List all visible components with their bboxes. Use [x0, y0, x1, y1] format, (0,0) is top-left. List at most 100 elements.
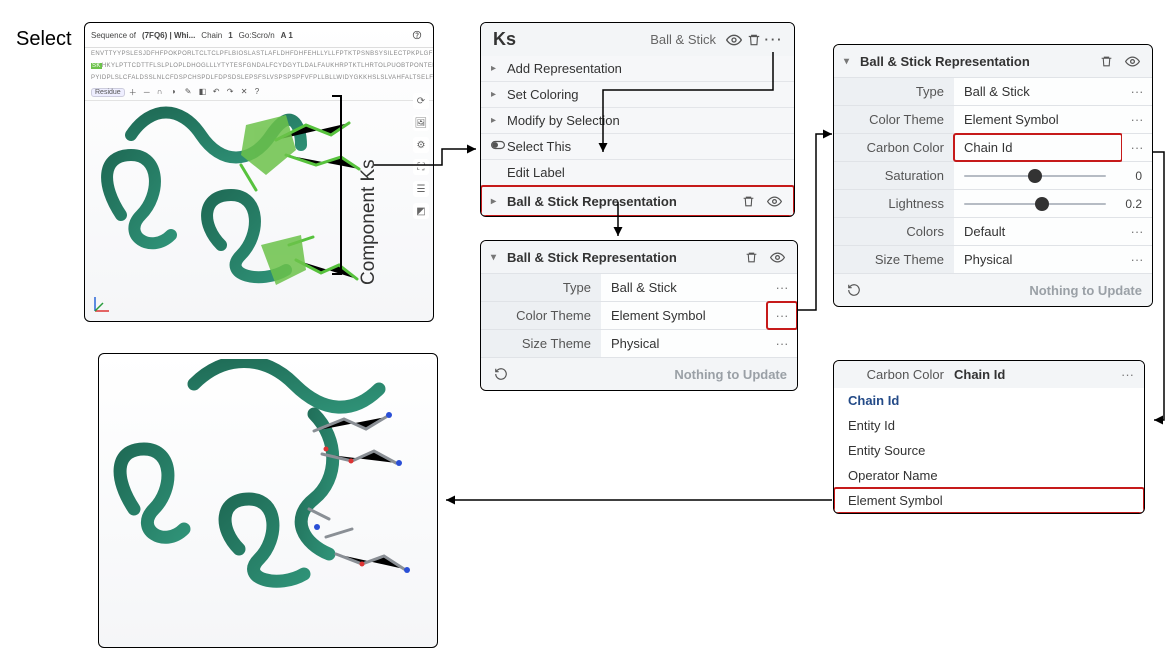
dropdown-current[interactable]: Carbon Color Chain Id ··· [834, 361, 1144, 388]
more-icon[interactable]: ··· [1121, 367, 1134, 382]
viewer-panel-1: Sequence of (7FQ6) | Whi... Chain 1 Go:S… [84, 22, 434, 322]
settings-icon[interactable]: ☰ [413, 181, 429, 197]
more-icon[interactable]: ··· [1122, 218, 1152, 245]
rep1-size-value[interactable]: Physical [601, 330, 767, 357]
action-modify-by-selection[interactable]: ▸Modify by Selection [481, 108, 794, 134]
label-select: Select [16, 28, 72, 51]
viewer-panel-2[interactable] [98, 353, 438, 648]
trash-icon[interactable] [744, 30, 764, 50]
rep1-type-value[interactable]: Ball & Stick [601, 274, 767, 301]
dropdown-opt-operator-name[interactable]: Operator Name [834, 463, 1144, 488]
arrow-rep1-to-rep2 [796, 130, 836, 320]
rep2-footer: Nothing to Update [834, 274, 1152, 306]
selection-icon[interactable]: ◩ [413, 203, 429, 219]
rep2-header[interactable]: ▾ Ball & Stick Representation [834, 45, 1152, 78]
rep1-size-row: Size Theme Physical ··· [481, 330, 797, 358]
rep2-type-value[interactable]: Ball & Stick [954, 78, 1122, 105]
rep2-light-slider[interactable]: 0.2 [954, 190, 1152, 217]
help-icon[interactable] [407, 25, 427, 45]
action-set-coloring[interactable]: ▸Set Coloring [481, 82, 794, 108]
carbon-color-dropdown: Carbon Color Chain Id ··· Chain Id Entit… [833, 360, 1145, 514]
sequence-line-0[interactable]: ENVTTYYPSLESJDFHFPOKPORLTCLTCLPFLBIOSLAS… [85, 48, 433, 60]
seq-entity[interactable]: (7FQ6) | Whi... [142, 31, 195, 40]
rep1-footer-text: Nothing to Update [674, 367, 787, 382]
axes-icon [91, 295, 111, 315]
representation-panel-1: ▾ Ball & Stick Representation Type Ball … [480, 240, 798, 391]
bracket [332, 95, 342, 275]
seq-sel-label[interactable]: A 1 [281, 31, 293, 40]
rep1-color-value[interactable]: Element Symbol [601, 302, 767, 329]
sequence-header: Sequence of (7FQ6) | Whi... Chain 1 Go:S… [85, 23, 433, 48]
screenshot-icon[interactable]: 🖼 [413, 115, 429, 131]
action-edit-label[interactable]: Edit Label [481, 160, 794, 186]
rep1-size-label: Size Theme [481, 330, 601, 357]
dropdown-opt-entity-source[interactable]: Entity Source [834, 438, 1144, 463]
representation-panel-2: ▾ Ball & Stick Representation Type Ball … [833, 44, 1153, 307]
eye-icon[interactable] [767, 247, 787, 267]
rep2-saturation-row: Saturation 0 [834, 162, 1152, 190]
dropdown-options: Chain Id Entity Id Entity Source Operato… [834, 388, 1144, 513]
rep2-footer-text: Nothing to Update [1029, 283, 1142, 298]
label-component-ks: Component Ks [358, 159, 380, 285]
rep2-carbon-value[interactable]: Chain Id [954, 134, 1122, 161]
more-icon[interactable]: ··· [1122, 134, 1152, 161]
trash-icon[interactable] [741, 247, 761, 267]
rep2-carbon-label: Carbon Color [834, 134, 954, 161]
component-actions: ▸Add Representation ▸Set Coloring ▸Modif… [481, 56, 794, 216]
more-icon[interactable]: ··· [1122, 78, 1152, 105]
fullscreen-icon[interactable]: ⛶ [413, 159, 429, 175]
rep2-type-label: Type [834, 78, 954, 105]
expand-caret-icon: ▾ [844, 56, 854, 67]
controls-icon[interactable]: ⚙ [413, 137, 429, 153]
rep2-size-row: Size Theme Physical ··· [834, 246, 1152, 274]
rep1-color-label: Color Theme [481, 302, 601, 329]
rep2-color-label: Color Theme [834, 106, 954, 133]
rep2-sat-slider[interactable]: 0 [954, 162, 1152, 189]
rep2-carbon-row: Carbon Color Chain Id ··· [834, 134, 1152, 162]
dropdown-opt-chain-id[interactable]: Chain Id [834, 388, 1144, 413]
more-icon[interactable]: ··· [1122, 106, 1152, 133]
seq-chain-label: Chain [201, 31, 222, 40]
rep2-size-value[interactable]: Physical [954, 246, 1122, 273]
component-header: Ks Ball & Stick ··· [481, 23, 794, 56]
protein-view-2[interactable] [104, 359, 434, 639]
rep2-type-row: Type Ball & Stick ··· [834, 78, 1152, 106]
rep2-size-label: Size Theme [834, 246, 954, 273]
rep2-color-value[interactable]: Element Symbol [954, 106, 1122, 133]
more-icon[interactable]: ··· [764, 30, 784, 50]
more-icon[interactable]: ··· [767, 302, 797, 329]
dropdown-label: Carbon Color [844, 367, 954, 382]
dropdown-opt-element-symbol[interactable]: Element Symbol [834, 488, 1144, 513]
trash-icon[interactable] [738, 191, 758, 211]
sequence-line-2[interactable]: PYIDPLSLCFALDSSLNLCFDSPCHSPDLFDPSDSLEPSF… [85, 72, 433, 84]
action-select-this[interactable]: Select This [481, 134, 794, 160]
viewer-side-toolbar: ⟳ 🖼 ⚙ ⛶ ☰ ◩ [413, 93, 429, 219]
rep2-colors-value[interactable]: Default [954, 218, 1122, 245]
rep1-type-label: Type [481, 274, 601, 301]
action-ball-stick-rep[interactable]: ▸Ball & Stick Representation [481, 186, 794, 216]
rep1-type-row: Type Ball & Stick ··· [481, 274, 797, 302]
toggle-icon [491, 140, 501, 153]
eye-icon[interactable] [724, 30, 744, 50]
rep2-color-row: Color Theme Element Symbol ··· [834, 106, 1152, 134]
dropdown-current-value: Chain Id [954, 367, 1005, 382]
action-add-representation[interactable]: ▸Add Representation [481, 56, 794, 82]
refresh-icon[interactable] [844, 280, 864, 300]
rep2-light-label: Lightness [834, 190, 954, 217]
more-icon[interactable]: ··· [767, 330, 797, 357]
rep2-sat-label: Saturation [834, 162, 954, 189]
eye-icon[interactable] [1122, 51, 1142, 71]
rep1-header[interactable]: ▾ Ball & Stick Representation [481, 241, 797, 274]
dropdown-opt-entity-id[interactable]: Entity Id [834, 413, 1144, 438]
sequence-line-1[interactable]: SKHKYLPTTCDTTFLSLPLOPLDHOGLLLYTYTESFGNDA… [85, 60, 433, 72]
reset-icon[interactable]: ⟳ [413, 93, 429, 109]
component-title: Ks [493, 29, 516, 50]
trash-icon[interactable] [1096, 51, 1116, 71]
seq-res-label: Go:Scro/n [239, 31, 275, 40]
rep2-lightness-row: Lightness 0.2 [834, 190, 1152, 218]
refresh-icon[interactable] [491, 364, 511, 384]
seq-chain-val[interactable]: 1 [228, 31, 232, 40]
more-icon[interactable]: ··· [767, 274, 797, 301]
more-icon[interactable]: ··· [1122, 246, 1152, 273]
eye-icon[interactable] [764, 191, 784, 211]
